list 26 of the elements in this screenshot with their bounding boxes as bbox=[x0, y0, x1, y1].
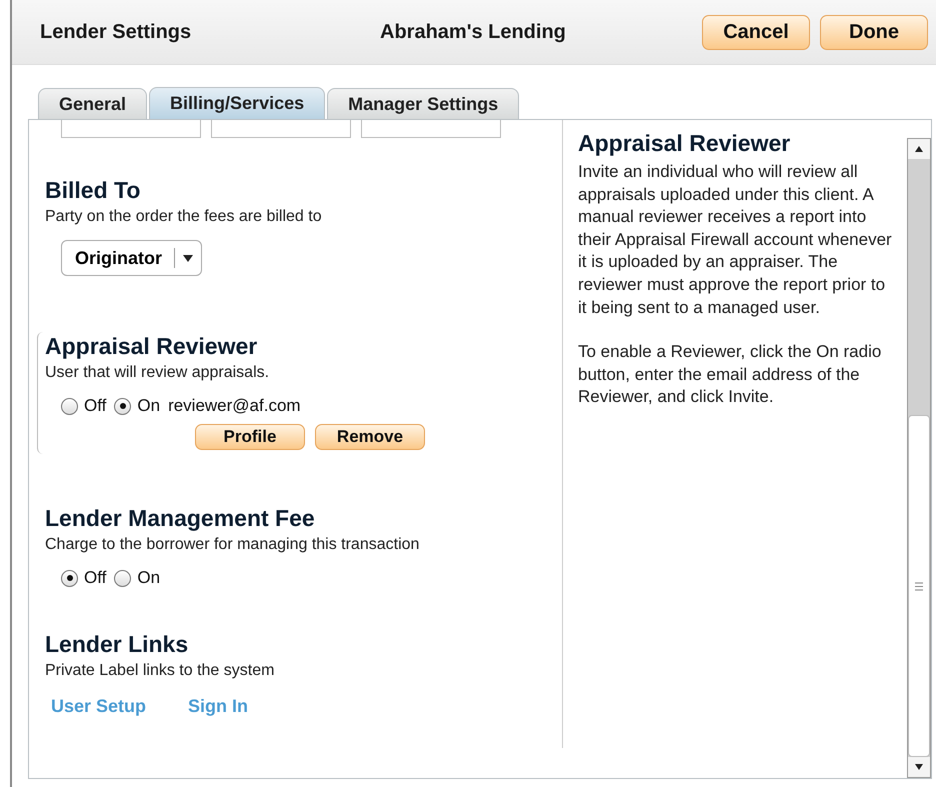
radio-label: On bbox=[137, 396, 160, 416]
help-paragraph: Invite an individual who will review all appraisals uploaded under this client. A manual reviewer receives a report into their Appraisal Firewall account whenever it is uploaded by an appraiser. The reviewer must approve the report prior to it being sent to a managed user. bbox=[578, 161, 893, 319]
tab[interactable]: General bbox=[38, 88, 148, 119]
client-name: Abraham's Lending bbox=[380, 20, 567, 44]
billed-to-dropdown[interactable]: Originator bbox=[61, 240, 202, 276]
section-title: Appraisal Reviewer bbox=[45, 332, 258, 360]
radio-label: Off bbox=[84, 568, 106, 588]
section-description: Charge to the borrower for managing this transaction bbox=[45, 536, 420, 554]
section-description: User that will review appraisals. bbox=[45, 364, 270, 382]
header-button[interactable]: Cancel bbox=[702, 14, 810, 50]
reviewer-button[interactable]: Remove bbox=[315, 424, 425, 450]
help-paragraph: To enable a Reviewer, click the On radio button, enter the email address of the Reviewer, and click Invite. bbox=[578, 341, 882, 408]
window-title: Lender Settings bbox=[40, 20, 192, 44]
tab[interactable]: Billing/Services bbox=[149, 87, 326, 119]
section-title: Billed To bbox=[45, 176, 142, 204]
radio-label: On bbox=[137, 568, 160, 588]
reviewer-email: reviewer@af.com bbox=[168, 396, 301, 416]
tab[interactable]: Manager Settings bbox=[327, 88, 520, 119]
reviewer-button[interactable]: Profile bbox=[195, 424, 305, 450]
radio-label: Off bbox=[84, 396, 106, 416]
section-description: Party on the order the fees are billed to bbox=[45, 208, 323, 226]
header-button[interactable]: Done bbox=[820, 14, 928, 50]
help-title: Appraisal Reviewer bbox=[578, 130, 792, 157]
section-title: Lender Links bbox=[45, 630, 190, 658]
section-title: Lender Management Fee bbox=[45, 504, 316, 532]
section-description: Private Label links to the system bbox=[45, 662, 276, 680]
